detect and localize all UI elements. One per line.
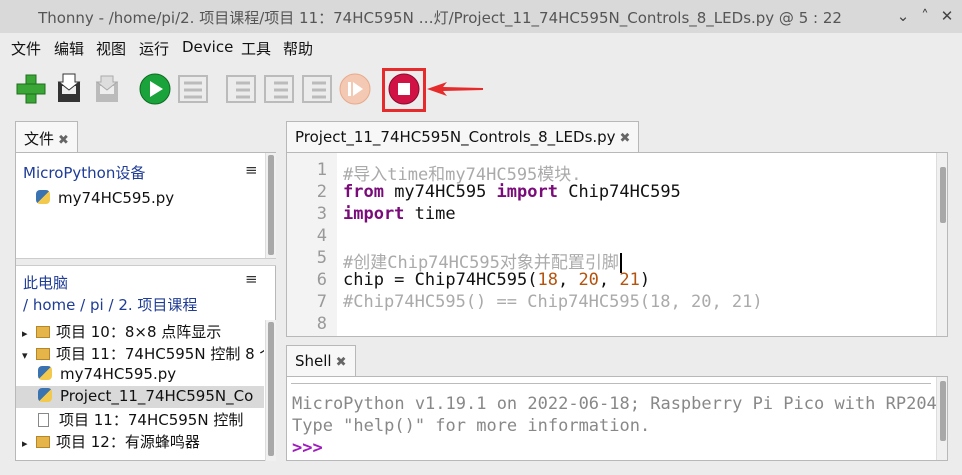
code-token: chip = Chip74HC595( [343, 270, 538, 290]
tree-item-selected[interactable]: Project_11_74HC595N_Co [16, 386, 264, 408]
code-token: time [404, 204, 456, 224]
code-area[interactable]: #导入time和my74HC595模块. from my74HC595 impor… [337, 153, 937, 336]
code-line[interactable]: from my74HC595 import Chip74HC595 [343, 182, 681, 202]
list-item[interactable]: my74HC595.py [36, 189, 174, 207]
line-number: 4 [316, 226, 327, 246]
code-token: 18 [537, 270, 558, 290]
tab-editor[interactable]: Project_11_74HC595N_Controls_8_LEDs.py ✖ [286, 121, 640, 153]
code-token: import [496, 182, 558, 202]
code-token: my74HC595 [383, 182, 497, 202]
menu-help[interactable]: 帮助 [283, 38, 313, 59]
line-number: 7 [316, 292, 327, 312]
tree-item[interactable]: ▸ 项目 12：有源蜂鸣器 [22, 431, 200, 452]
close-icon[interactable]: ✖ [620, 131, 631, 146]
micropython-device-header: MicroPython设备 [23, 164, 146, 182]
menu-file[interactable]: 文件 [11, 38, 41, 59]
shell-prompt[interactable]: >>> [292, 438, 323, 458]
shell-banner: MicroPython v1.19.1 on 2022-06-18; Raspb… [292, 394, 948, 414]
line-number: 2 [316, 182, 327, 202]
code-token: Chip74HC595 [557, 182, 681, 202]
new-file-icon[interactable] [14, 72, 48, 106]
debug-icon[interactable] [176, 72, 210, 106]
line-number: 3 [316, 204, 327, 224]
folder-icon [36, 326, 50, 338]
breadcrumb: / home / pi / 2. 项目课程 [23, 296, 198, 314]
line-number: 8 [316, 314, 327, 334]
file-icon [38, 413, 49, 427]
line-number-gutter: 12345678 [287, 153, 337, 336]
tab-shell-label: Shell [295, 352, 332, 370]
save-file-icon[interactable] [90, 72, 124, 106]
title-bar: Thonny - /home/pi/2. 项目课程/项目 11：74HC595N… [0, 0, 962, 33]
step-out-icon[interactable] [300, 72, 334, 106]
code-token: import [343, 204, 405, 224]
code-token: , [557, 270, 579, 290]
menu-bar: 文件 编辑 视图 运行 Device 工具 帮助 [0, 33, 962, 61]
tree-item[interactable]: 项目 11：74HC595N 控制 [38, 409, 243, 430]
menu-run[interactable]: 运行 [139, 38, 169, 59]
code-token: 21 [619, 270, 640, 290]
python-file-icon [36, 190, 50, 204]
code-token: 20 [578, 270, 599, 290]
tab-files-label: 文件 [24, 130, 55, 148]
code-line[interactable]: import time [343, 204, 456, 224]
maximize-button[interactable]: ˄ [915, 6, 935, 26]
tree-item[interactable]: my74HC595.py [38, 365, 176, 383]
breadcrumb-project-course[interactable]: 2. 项目课程 [118, 296, 197, 314]
scrollbar[interactable] [936, 153, 947, 336]
this-computer-header: 此电脑 [23, 274, 69, 292]
scrollbar[interactable] [936, 377, 947, 460]
folder-icon [36, 348, 50, 360]
run-icon[interactable] [138, 72, 172, 106]
code-token: #Chip74HC595() == Chip74HC595(18, 20, 21… [343, 292, 763, 312]
python-file-icon [38, 388, 52, 402]
resume-icon[interactable] [338, 72, 372, 106]
code-token: from [343, 182, 384, 202]
tree-item[interactable]: ▸ 项目 10：8×8 点阵显示 [22, 321, 221, 342]
editor-pane[interactable]: 12345678 #导入time和my74HC595模块. from my74HC… [286, 152, 948, 337]
scrollbar[interactable] [265, 320, 276, 461]
folder-icon [36, 436, 50, 448]
breadcrumb-home[interactable]: home [33, 296, 76, 314]
tab-files[interactable]: 文件 ✖ [15, 121, 78, 153]
menu-icon[interactable]: ≡ [245, 161, 258, 179]
divider[interactable] [16, 258, 276, 266]
tab-shell[interactable]: Shell ✖ [286, 345, 356, 377]
code-token: ) [639, 270, 651, 290]
window-title: Thonny - /home/pi/2. 项目课程/项目 11：74HC595N… [38, 9, 842, 27]
menu-device[interactable]: Device [182, 38, 233, 56]
close-icon[interactable]: ✖ [58, 133, 69, 148]
tab-editor-label: Project_11_74HC595N_Controls_8_LEDs.py [295, 128, 616, 146]
step-over-icon[interactable] [224, 72, 258, 106]
menu-view[interactable]: 视图 [96, 38, 126, 59]
step-into-icon[interactable] [262, 72, 296, 106]
code-line[interactable]: #Chip74HC595() == Chip74HC595(18, 20, 21… [343, 292, 763, 312]
menu-edit[interactable]: 编辑 [54, 38, 84, 59]
menu-icon[interactable]: ≡ [245, 270, 258, 288]
tree-item[interactable]: ▾ 项目 11：74HC595N 控制 8 个 [22, 343, 264, 364]
close-icon[interactable]: ✖ [336, 355, 347, 370]
line-number: 1 [316, 160, 327, 180]
breadcrumb-pi[interactable]: pi [90, 296, 104, 314]
line-number: 5 [316, 248, 327, 268]
code-token: , [598, 270, 620, 290]
load-file-icon[interactable] [52, 72, 86, 106]
shell-pane[interactable]: MicroPython v1.19.1 on 2022-06-18; Raspb… [286, 376, 948, 461]
stop-highlight-box [382, 68, 426, 112]
arrow-icon [427, 82, 483, 96]
line-number: 6 [316, 270, 327, 290]
files-panel: MicroPython设备 ≡ my74HC595.py 此电脑 ≡ / hom… [15, 152, 276, 461]
scrollbar[interactable] [265, 153, 276, 258]
code-line[interactable]: chip = Chip74HC595(18, 20, 21) [343, 270, 650, 290]
shell-help-hint: Type "help()" for more information. [292, 416, 651, 436]
close-window-button[interactable]: ✕ [937, 6, 957, 26]
file-tree: ▸ 项目 10：8×8 点阵显示 ▾ 项目 11：74HC595N 控制 8 个 m… [16, 320, 264, 461]
minimize-button[interactable]: ⌄ [893, 6, 913, 26]
python-file-icon [38, 366, 52, 380]
menu-tools[interactable]: 工具 [241, 38, 271, 59]
divider [291, 383, 931, 384]
